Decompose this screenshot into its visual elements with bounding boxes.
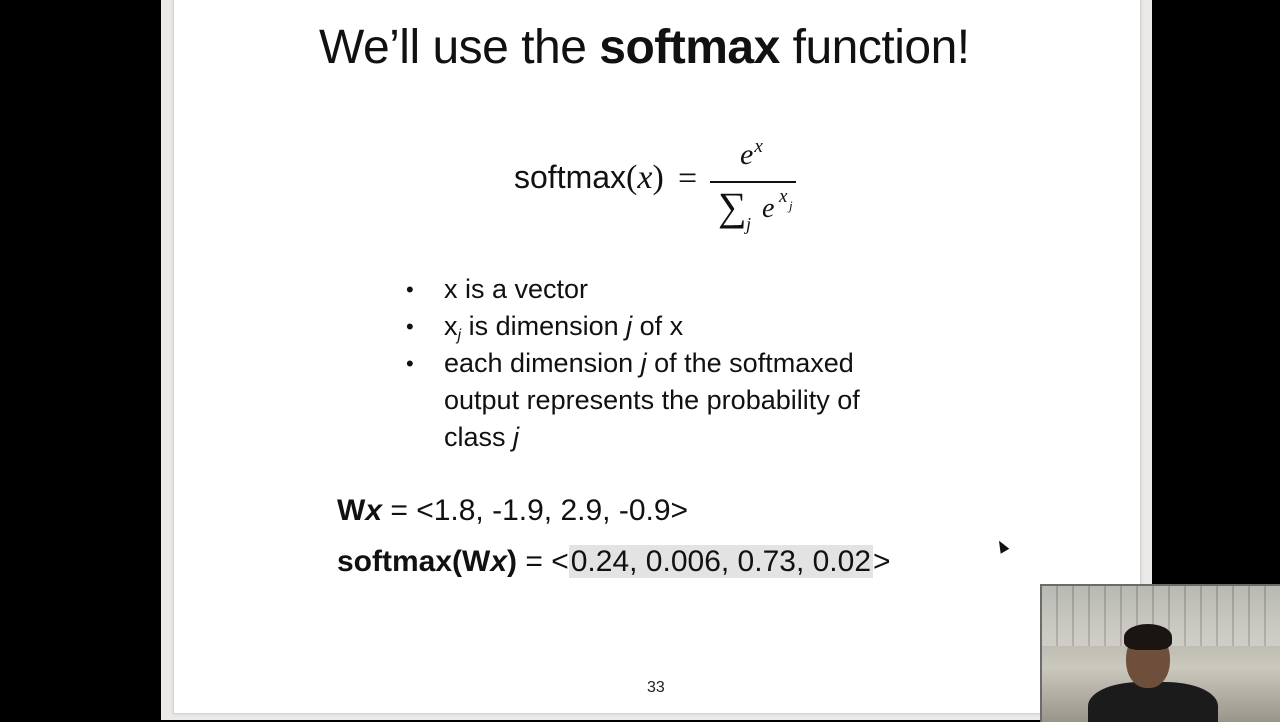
bullet-italic-j-end: j — [513, 422, 520, 452]
softmax-label-post: ) — [507, 545, 518, 578]
formula-equals: = — [678, 160, 698, 197]
numerator-exponent: x — [754, 136, 763, 157]
softmax-close: > — [873, 545, 891, 578]
softmax-label-x: x — [490, 545, 508, 578]
wx-equation: Wx = <1.8, -1.9, 2.9, -0.9> — [337, 494, 688, 528]
bullet-dot: • — [406, 351, 414, 376]
denominator-exponent: x — [779, 186, 788, 207]
slide-page-number: 33 — [647, 679, 665, 696]
formula-lhs: softmax(x) — [514, 159, 664, 197]
wx-label-x: x — [365, 494, 383, 527]
presenter-webcam — [1040, 584, 1280, 722]
formula-denominator: exj — [762, 186, 793, 225]
bullet-dot: • — [406, 277, 414, 302]
softmax-eq: = < — [517, 545, 569, 578]
bullet-text-pre: each dimension — [444, 348, 641, 378]
denominator-exponent-subscript: j — [789, 198, 793, 213]
formula-sum-index: j — [746, 214, 752, 234]
bullet-text-pre: x — [444, 311, 458, 341]
formula-lhs-close-paren: ) — [652, 159, 664, 196]
title-text-post: function! — [779, 21, 970, 74]
softmax-formula: softmax(x) = ex ∑ j exj — [514, 136, 814, 246]
formula-lhs-var: x — [637, 159, 653, 196]
softmax-values-highlighted[interactable]: 0.24, 0.006, 0.73, 0.02 — [568, 545, 873, 578]
numerator-base: e — [740, 138, 754, 171]
formula-sum-symbol: ∑ — [718, 184, 747, 229]
title-text-pre: We’ll use the — [319, 21, 600, 74]
webcam-presenter-body — [1088, 682, 1218, 722]
denominator-base: e — [762, 193, 775, 224]
softmax-label-pre: softmax(W — [337, 545, 491, 578]
slide-title: We’ll use the softmax function! — [319, 20, 970, 75]
softmax-equation: softmax(Wx) = <0.24, 0.006, 0.73, 0.02> — [337, 545, 891, 579]
title-text-bold: softmax — [599, 21, 780, 74]
wx-label-w: W — [337, 494, 366, 527]
bullet-vector: • x is a vector — [406, 271, 589, 308]
bullet-text-post: of x — [632, 311, 684, 341]
formula-lhs-name: softmax — [514, 159, 627, 195]
bullet-probability: • each dimension j of the softmaxed outpu… — [406, 345, 924, 456]
formula-lhs-open-paren: ( — [626, 159, 638, 196]
bullet-text: x is a vector — [444, 274, 589, 304]
wx-values: = <1.8, -1.9, 2.9, -0.9> — [382, 494, 689, 527]
webcam-presenter-hair — [1124, 624, 1172, 650]
bullet-text-mid: is dimension — [461, 311, 627, 341]
formula-numerator: ex — [740, 136, 763, 172]
bullet-dot: • — [406, 314, 414, 339]
